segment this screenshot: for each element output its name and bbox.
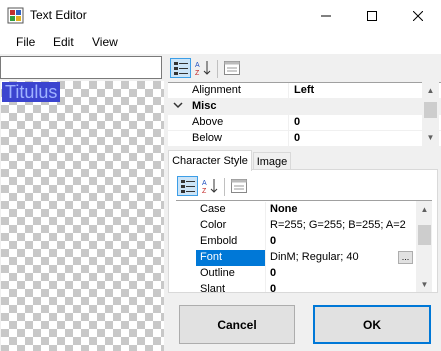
scroll-down-icon[interactable]: ▼ xyxy=(416,276,432,292)
splitter[interactable] xyxy=(164,56,167,351)
menu-edit[interactable]: Edit xyxy=(53,35,74,49)
close-button[interactable] xyxy=(395,0,441,31)
text-input[interactable] xyxy=(0,56,162,79)
window-title: Text Editor xyxy=(30,8,87,22)
prop-row-embold[interactable]: Embold 0 xyxy=(176,234,416,250)
preview-text: Titulus xyxy=(2,82,61,102)
property-pages-icon xyxy=(223,61,240,75)
ellipsis-button[interactable]: ... xyxy=(398,251,413,264)
prop-value[interactable]: 0 xyxy=(270,283,276,292)
categorized-icon xyxy=(180,180,195,193)
menu-file[interactable]: File xyxy=(16,35,35,49)
property-grid-top: Alignment Left Misc Above 0 Below 0 xyxy=(168,82,441,146)
scroll-thumb[interactable] xyxy=(424,102,437,118)
scroll-up-icon[interactable]: ▲ xyxy=(422,82,439,99)
prop-value[interactable]: Left xyxy=(294,84,314,96)
property-pages-button[interactable] xyxy=(221,58,242,78)
prop-row-color[interactable]: Color R=255; G=255; B=255; A=2 xyxy=(176,218,416,234)
property-pages-icon xyxy=(230,179,247,193)
prop-row-font[interactable]: Font DinM; Regular; 40 ... xyxy=(176,250,416,266)
minimize-button[interactable] xyxy=(303,0,349,31)
svg-text:A: A xyxy=(195,62,200,69)
prop-row-above[interactable]: Above 0 xyxy=(168,115,441,131)
cancel-button[interactable]: Cancel xyxy=(179,305,295,344)
prop-name: Embold xyxy=(200,235,238,247)
category-misc[interactable]: Misc xyxy=(168,99,441,115)
svg-text:Z: Z xyxy=(195,70,200,76)
grid2-scrollbar[interactable]: ▲ ▼ xyxy=(416,201,432,292)
font-value-editor[interactable]: DinM; Regular; 40 xyxy=(270,251,359,263)
app-icon xyxy=(7,7,24,24)
maximize-icon xyxy=(367,10,377,21)
prop-value[interactable]: 0 xyxy=(294,132,300,144)
property-pages-button-2[interactable] xyxy=(228,176,249,196)
category-label: Misc xyxy=(192,100,217,112)
prop-name: Below xyxy=(192,132,222,144)
svg-text:A: A xyxy=(202,180,207,187)
maximize-button[interactable] xyxy=(349,0,395,31)
toolbar-separator xyxy=(224,178,225,196)
prop-name: Font xyxy=(200,251,223,263)
categorized-button-2[interactable] xyxy=(177,176,198,196)
prop-name: Above xyxy=(192,116,224,128)
sort-alpha-button[interactable]: AZ xyxy=(192,58,213,78)
scroll-thumb[interactable] xyxy=(418,225,431,245)
close-icon xyxy=(413,10,423,21)
sort-alpha-icon: AZ xyxy=(202,179,217,194)
chevron-down-icon[interactable] xyxy=(173,100,183,113)
prop-name: Case xyxy=(200,203,226,215)
prop-name: Slant xyxy=(200,283,226,292)
prop-value[interactable]: None xyxy=(270,203,298,215)
scroll-down-icon[interactable]: ▼ xyxy=(422,129,439,146)
sort-alpha-icon: AZ xyxy=(195,61,210,76)
toolbar-separator xyxy=(217,60,218,78)
prop-value[interactable]: 0 xyxy=(270,267,276,279)
prop-row-slant[interactable]: Slant 0 xyxy=(176,282,416,292)
prop-name: Color xyxy=(200,219,227,231)
tab-image[interactable]: Image xyxy=(253,152,291,170)
prop-row-outline[interactable]: Outline 0 xyxy=(176,266,416,282)
prop-value[interactable]: 0 xyxy=(294,116,300,128)
menu-view[interactable]: View xyxy=(92,35,118,49)
grid1-scrollbar[interactable]: ▲ ▼ xyxy=(422,82,439,146)
categorized-icon xyxy=(173,62,188,75)
prop-name: Outline xyxy=(200,267,235,279)
tab-character-style[interactable]: Character Style xyxy=(168,150,252,171)
prop-row-below[interactable]: Below 0 xyxy=(168,131,441,146)
categorized-button[interactable] xyxy=(170,58,191,78)
prop-name: Alignment xyxy=(192,84,241,96)
minimize-icon xyxy=(321,15,331,16)
property-grid-character: Case None Color R=255; G=255; B=255; A=2… xyxy=(176,200,432,292)
ok-button[interactable]: OK xyxy=(313,305,431,344)
svg-text:Z: Z xyxy=(202,188,207,194)
sort-alpha-button-2[interactable]: AZ xyxy=(199,176,220,196)
prop-value[interactable]: R=255; G=255; B=255; A=2 xyxy=(270,219,406,231)
prop-row-case[interactable]: Case None xyxy=(176,202,416,218)
scroll-up-icon[interactable]: ▲ xyxy=(416,201,432,218)
prop-row-alignment[interactable]: Alignment Left xyxy=(168,83,441,99)
preview-canvas xyxy=(1,81,164,351)
prop-value[interactable]: 0 xyxy=(270,235,276,247)
